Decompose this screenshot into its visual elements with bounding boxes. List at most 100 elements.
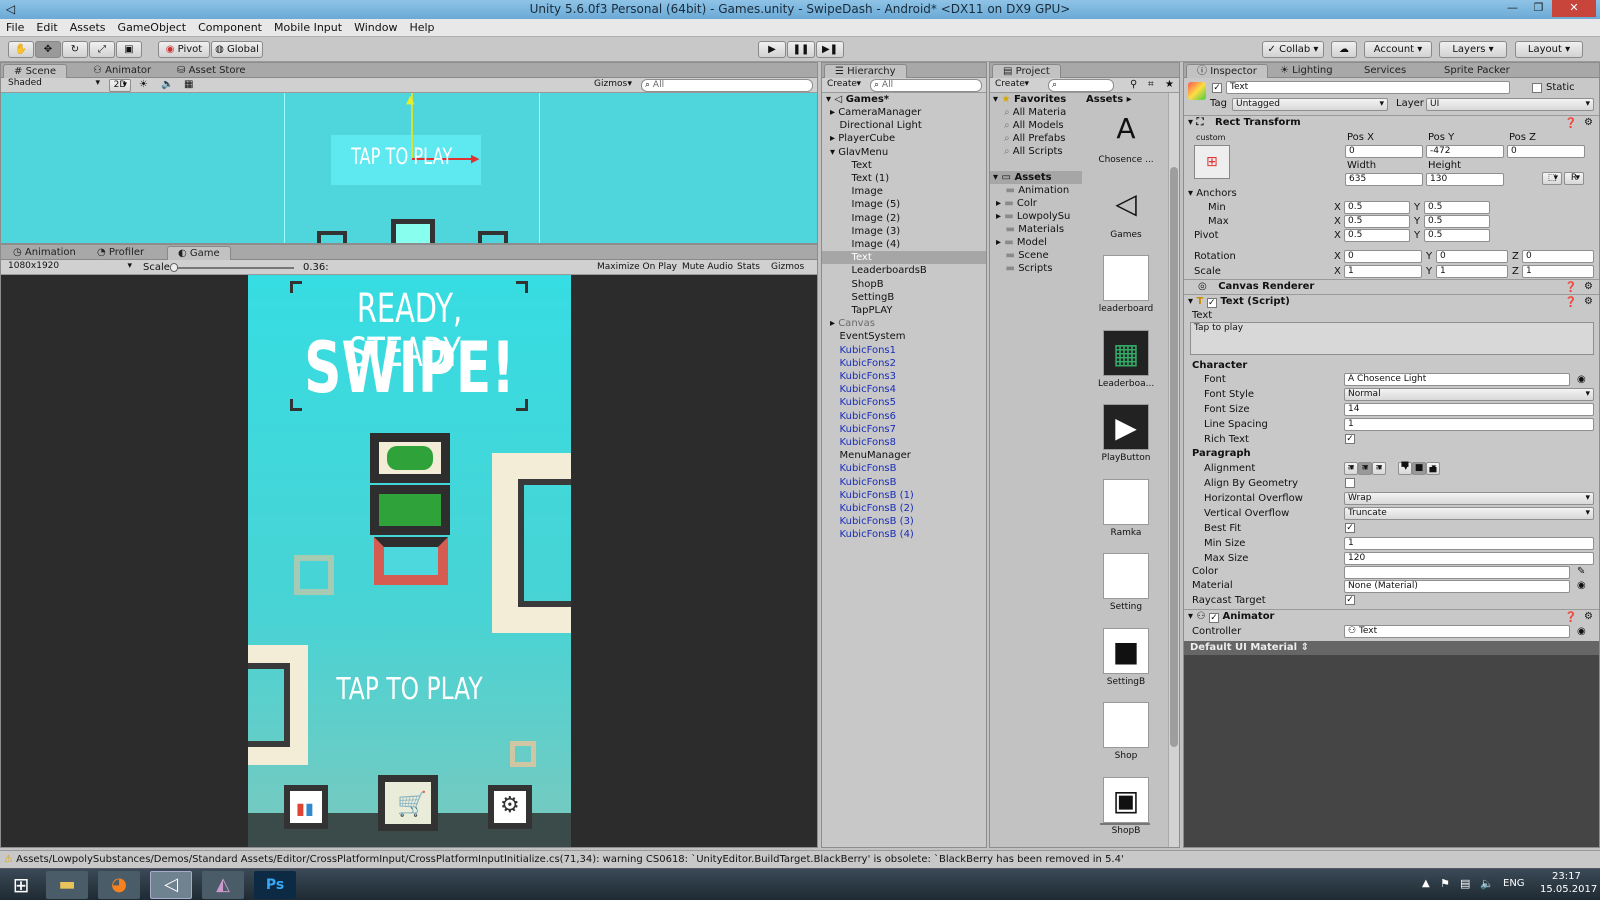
- animator-enabled-checkbox[interactable]: ✓: [1208, 613, 1219, 623]
- mode-2d-toggle[interactable]: 2D: [109, 79, 131, 92]
- hierarchy-item[interactable]: KubicFons1: [822, 344, 986, 357]
- horizontal-overflow-dropdown[interactable]: Wrap: [1344, 492, 1594, 505]
- blueprint-mode-button[interactable]: ⬚: [1542, 172, 1562, 185]
- favorite-item[interactable]: ⌕ All Prefabs: [990, 132, 1082, 145]
- tray-arrow-icon[interactable]: ▲: [1422, 878, 1430, 889]
- folder-foldout-icon[interactable]: [996, 185, 1006, 196]
- font-field[interactable]: A Chosence Light: [1344, 373, 1570, 386]
- leaderboard-button[interactable]: ▮ ▮: [284, 785, 328, 829]
- tab-game[interactable]: ◐ Game: [167, 246, 231, 260]
- tag-dropdown[interactable]: Untagged: [1232, 98, 1388, 111]
- clock-time[interactable]: 23:17: [1552, 871, 1581, 882]
- asset-item[interactable]: ▣ ShopB: [1098, 776, 1154, 836]
- pause-button[interactable]: ❚❚: [787, 41, 815, 58]
- pos-x-field[interactable]: 0: [1345, 145, 1423, 158]
- filter-type-icon[interactable]: ⚲: [1130, 78, 1137, 91]
- hierarchy-item[interactable]: ▸ CameraManager: [822, 106, 986, 119]
- align-by-geometry-checkbox[interactable]: [1345, 478, 1355, 488]
- raycast-target-checkbox[interactable]: ✓: [1345, 595, 1355, 605]
- hierarchy-item[interactable]: Image: [822, 185, 986, 198]
- scale-slider-handle[interactable]: [170, 263, 178, 272]
- move-gizmo-arrow-up-icon[interactable]: ▲: [406, 93, 414, 106]
- tab-asset-store[interactable]: ⛁ Asset Store: [167, 64, 256, 78]
- rotation-z-field[interactable]: 0: [1522, 250, 1594, 263]
- asset-item[interactable]: leaderboard: [1098, 255, 1154, 314]
- photoshop-icon[interactable]: Ps: [254, 871, 296, 899]
- height-field[interactable]: 130: [1426, 173, 1504, 186]
- hierarchy-item[interactable]: Directional Light: [822, 119, 986, 132]
- game-gizmos-dropdown[interactable]: Gizmos: [771, 261, 804, 274]
- minimize-button[interactable]: —: [1499, 0, 1526, 17]
- scale-y-field[interactable]: 1: [1436, 265, 1508, 278]
- text-help-icon[interactable]: ❓: [1565, 296, 1577, 310]
- menu-component[interactable]: Component: [192, 19, 268, 36]
- game-tap-to-play-button[interactable]: TAP TO PLAY: [284, 673, 536, 707]
- rect-help-icon[interactable]: ❓: [1565, 117, 1577, 131]
- tab-hierarchy[interactable]: ☰ Hierarchy: [824, 64, 907, 78]
- anchor-min-y-field[interactable]: 0.5: [1424, 201, 1490, 214]
- material-picker-icon[interactable]: ◉: [1577, 579, 1586, 592]
- action-center-flag-icon[interactable]: ⚑: [1440, 877, 1450, 890]
- text-settings-gear-icon[interactable]: ⚙: [1584, 295, 1593, 309]
- hierarchy-item[interactable]: ▾ GlavMenu: [822, 146, 986, 159]
- hierarchy-foldout-icon[interactable]: ▸: [830, 133, 838, 144]
- account-dropdown[interactable]: Account ▾: [1364, 41, 1432, 58]
- favorites-header[interactable]: ▾ ★ Favorites: [990, 93, 1082, 106]
- folder-foldout-icon[interactable]: [996, 263, 1006, 274]
- menu-assets[interactable]: Assets: [64, 19, 112, 36]
- windows-start-icon[interactable]: ⊞: [2, 871, 40, 899]
- hierarchy-item[interactable]: KubicFons7: [822, 423, 986, 436]
- language-indicator[interactable]: ENG: [1503, 878, 1525, 889]
- text-script-header[interactable]: ▾ T ✓ Text (Script) ❓ ⚙: [1184, 294, 1599, 309]
- asset-item[interactable]: ■ SettingB: [1098, 627, 1154, 687]
- pos-y-field[interactable]: -472: [1426, 145, 1504, 158]
- hierarchy-item[interactable]: SettingB: [822, 291, 986, 304]
- rotation-y-field[interactable]: 0: [1436, 250, 1508, 263]
- pivot-y-field[interactable]: 0.5: [1424, 229, 1490, 242]
- hierarchy-item[interactable]: ▸ PlayerCube: [822, 132, 986, 145]
- rect-transform-header[interactable]: ▾ ⛶ Rect Transform ❓ ⚙: [1184, 115, 1599, 130]
- lighting-icon[interactable]: ☀: [139, 78, 148, 91]
- tab-lighting[interactable]: ☀ Lighting: [1270, 64, 1343, 78]
- tab-services[interactable]: Services: [1354, 64, 1416, 78]
- hand-tool-icon[interactable]: ✋: [8, 41, 34, 58]
- shading-dropdown[interactable]: Shaded: [5, 78, 103, 91]
- hierarchy-item[interactable]: Image (5): [822, 198, 986, 211]
- folder-item[interactable]: ▬ Materials: [990, 223, 1082, 236]
- move-gizmo-arrow-right-icon[interactable]: ▶: [471, 152, 479, 165]
- min-size-field[interactable]: 1: [1344, 537, 1594, 550]
- hierarchy-item[interactable]: KubicFonsB: [822, 462, 986, 475]
- folder-item[interactable]: ▬ Scripts: [990, 262, 1082, 275]
- project-search-input[interactable]: ⌕: [1048, 79, 1114, 92]
- unity-taskbar-icon[interactable]: ◁: [150, 871, 192, 899]
- settings-button[interactable]: ⚙: [488, 785, 532, 829]
- tab-profiler[interactable]: ◔ Profiler: [87, 246, 154, 260]
- folder-item[interactable]: ▸ ▬ LowpolySu: [990, 210, 1082, 223]
- collab-dropdown[interactable]: ✓ Collab ▾: [1262, 41, 1324, 58]
- hierarchy-item[interactable]: KubicFonsB (2): [822, 502, 986, 515]
- layers-dropdown[interactable]: Layers ▾: [1439, 41, 1507, 58]
- hierarchy-foldout-icon[interactable]: ▸: [830, 107, 838, 118]
- layer-dropdown[interactable]: UI: [1426, 98, 1594, 111]
- folder-foldout-icon[interactable]: [996, 224, 1006, 235]
- scale-slider-track[interactable]: [174, 267, 294, 269]
- volume-icon[interactable]: 🔈: [1480, 877, 1494, 890]
- controller-field[interactable]: ⚇ Text: [1344, 625, 1570, 638]
- line-spacing-field[interactable]: 1: [1344, 418, 1594, 431]
- canvas-help-icon[interactable]: ❓: [1565, 281, 1577, 295]
- step-button[interactable]: ▶❚: [816, 41, 844, 58]
- project-create-dropdown[interactable]: Create: [992, 79, 1032, 92]
- tab-project[interactable]: ▤ Project: [992, 64, 1061, 78]
- hierarchy-item[interactable]: Text (1): [822, 172, 986, 185]
- folder-item[interactable]: ▸ ▬ Model: [990, 236, 1082, 249]
- hierarchy-foldout-icon[interactable]: ▾: [830, 147, 838, 158]
- animator-settings-gear-icon[interactable]: ⚙: [1584, 610, 1593, 624]
- project-scrollbar[interactable]: [1168, 93, 1179, 847]
- rect-tool-icon[interactable]: ▣: [116, 41, 142, 58]
- asset-item[interactable]: Setting: [1098, 553, 1154, 612]
- folder-foldout-icon[interactable]: ▸: [996, 211, 1004, 222]
- menu-edit[interactable]: Edit: [30, 19, 63, 36]
- animator-help-icon[interactable]: ❓: [1565, 611, 1577, 625]
- text-script-enabled-checkbox[interactable]: ✓: [1206, 298, 1217, 308]
- max-size-field[interactable]: 120: [1344, 552, 1594, 565]
